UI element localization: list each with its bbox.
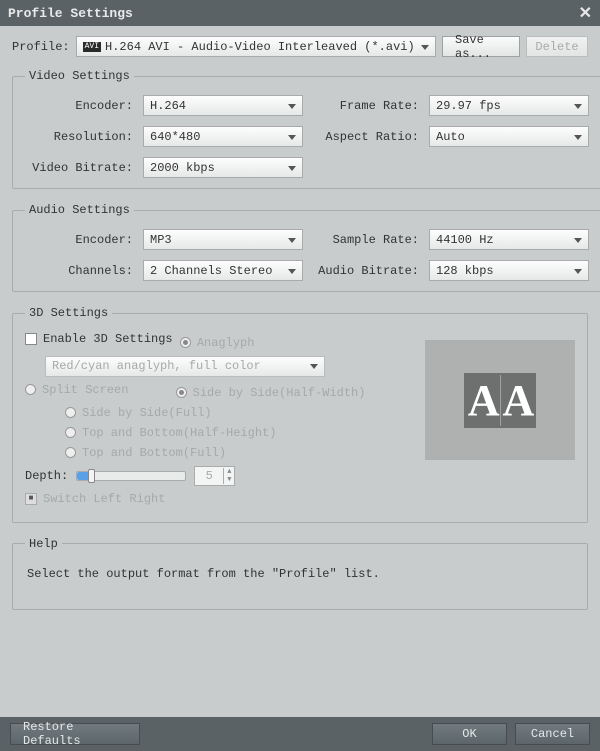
channels-label: Channels: [25,264,135,278]
sample-rate-dropdown[interactable]: 44100 Hz [429,229,589,250]
audio-encoder-label: Encoder: [25,233,135,247]
radio-icon [65,407,76,418]
video-bitrate-label: Video Bitrate: [25,161,135,175]
chevron-up-icon: ▲ [224,468,234,476]
audio-encoder-dropdown[interactable]: MP3 [143,229,303,250]
audio-bitrate-label: Audio Bitrate: [311,264,421,278]
profile-label: Profile: [12,40,70,54]
resolution-label: Resolution: [25,130,135,144]
delete-button: Delete [526,36,588,57]
tb-full-radio: Top and Bottom(Full) [65,446,226,460]
checkbox-icon [25,333,37,345]
audio-settings-group: Audio Settings Encoder: MP3 Sample Rate:… [12,203,600,292]
anaglyph-mode-dropdown: Red/cyan anaglyph, full color [45,356,325,377]
radio-icon [65,427,76,438]
frame-rate-label: Frame Rate: [311,99,421,113]
channels-dropdown[interactable]: 2 Channels Stereo [143,260,303,281]
tb-half-radio: Top and Bottom(Half-Height) [65,426,276,440]
3d-preview: AA [425,340,575,460]
sbs-half-radio: Side by Side(Half-Width) [176,386,366,400]
video-encoder-dropdown[interactable]: H.264 [143,95,303,116]
profile-value: H.264 AVI - Audio-Video Interleaved (*.a… [105,40,415,54]
restore-defaults-button[interactable]: Restore Defaults [10,723,140,745]
split-screen-radio: Split Screen [25,383,128,397]
video-settings-group: Video Settings Encoder: H.264 Frame Rate… [12,69,600,189]
footer: Restore Defaults OK Cancel [0,717,600,751]
titlebar: Profile Settings ✕ [0,0,600,26]
enable-3d-checkbox[interactable]: Enable 3D Settings [25,332,173,346]
close-icon[interactable]: ✕ [579,3,592,23]
video-encoder-label: Encoder: [25,99,135,113]
switch-lr-checkbox: Switch Left Right [25,492,165,506]
avi-icon: AVI [83,42,101,52]
video-bitrate-dropdown[interactable]: 2000 kbps [143,157,303,178]
window-title: Profile Settings [8,6,133,21]
audio-bitrate-dropdown[interactable]: 128 kbps [429,260,589,281]
radio-icon [65,447,76,458]
ok-button[interactable]: OK [432,723,507,745]
aspect-ratio-label: Aspect Ratio: [311,130,421,144]
chevron-down-icon: ▼ [224,476,234,484]
help-text: Select the output format from the "Profi… [25,563,575,599]
3d-settings-group: 3D Settings Enable 3D Settings Anaglyph … [12,306,588,523]
depth-slider [76,471,186,481]
frame-rate-dropdown[interactable]: 29.97 fps [429,95,589,116]
video-legend: Video Settings [25,69,134,83]
profile-dropdown[interactable]: AVI H.264 AVI - Audio-Video Interleaved … [76,36,436,57]
audio-legend: Audio Settings [25,203,134,217]
sample-rate-label: Sample Rate: [311,233,421,247]
checkbox-icon [25,493,37,505]
radio-icon [176,387,187,398]
sbs-full-radio: Side by Side(Full) [65,406,212,420]
help-group: Help Select the output format from the "… [12,537,588,610]
profile-row: Profile: AVI H.264 AVI - Audio-Video Int… [12,36,588,57]
anaglyph-radio: Anaglyph [180,336,255,350]
resolution-dropdown[interactable]: 640*480 [143,126,303,147]
radio-icon [180,337,191,348]
radio-icon [25,384,36,395]
depth-label: Depth: [25,469,68,483]
aspect-ratio-dropdown[interactable]: Auto [429,126,589,147]
depth-spinner: 5 ▲▼ [194,466,235,486]
save-as-button[interactable]: Save as... [442,36,520,57]
cancel-button[interactable]: Cancel [515,723,590,745]
3d-legend: 3D Settings [25,306,112,320]
help-legend: Help [25,537,62,551]
